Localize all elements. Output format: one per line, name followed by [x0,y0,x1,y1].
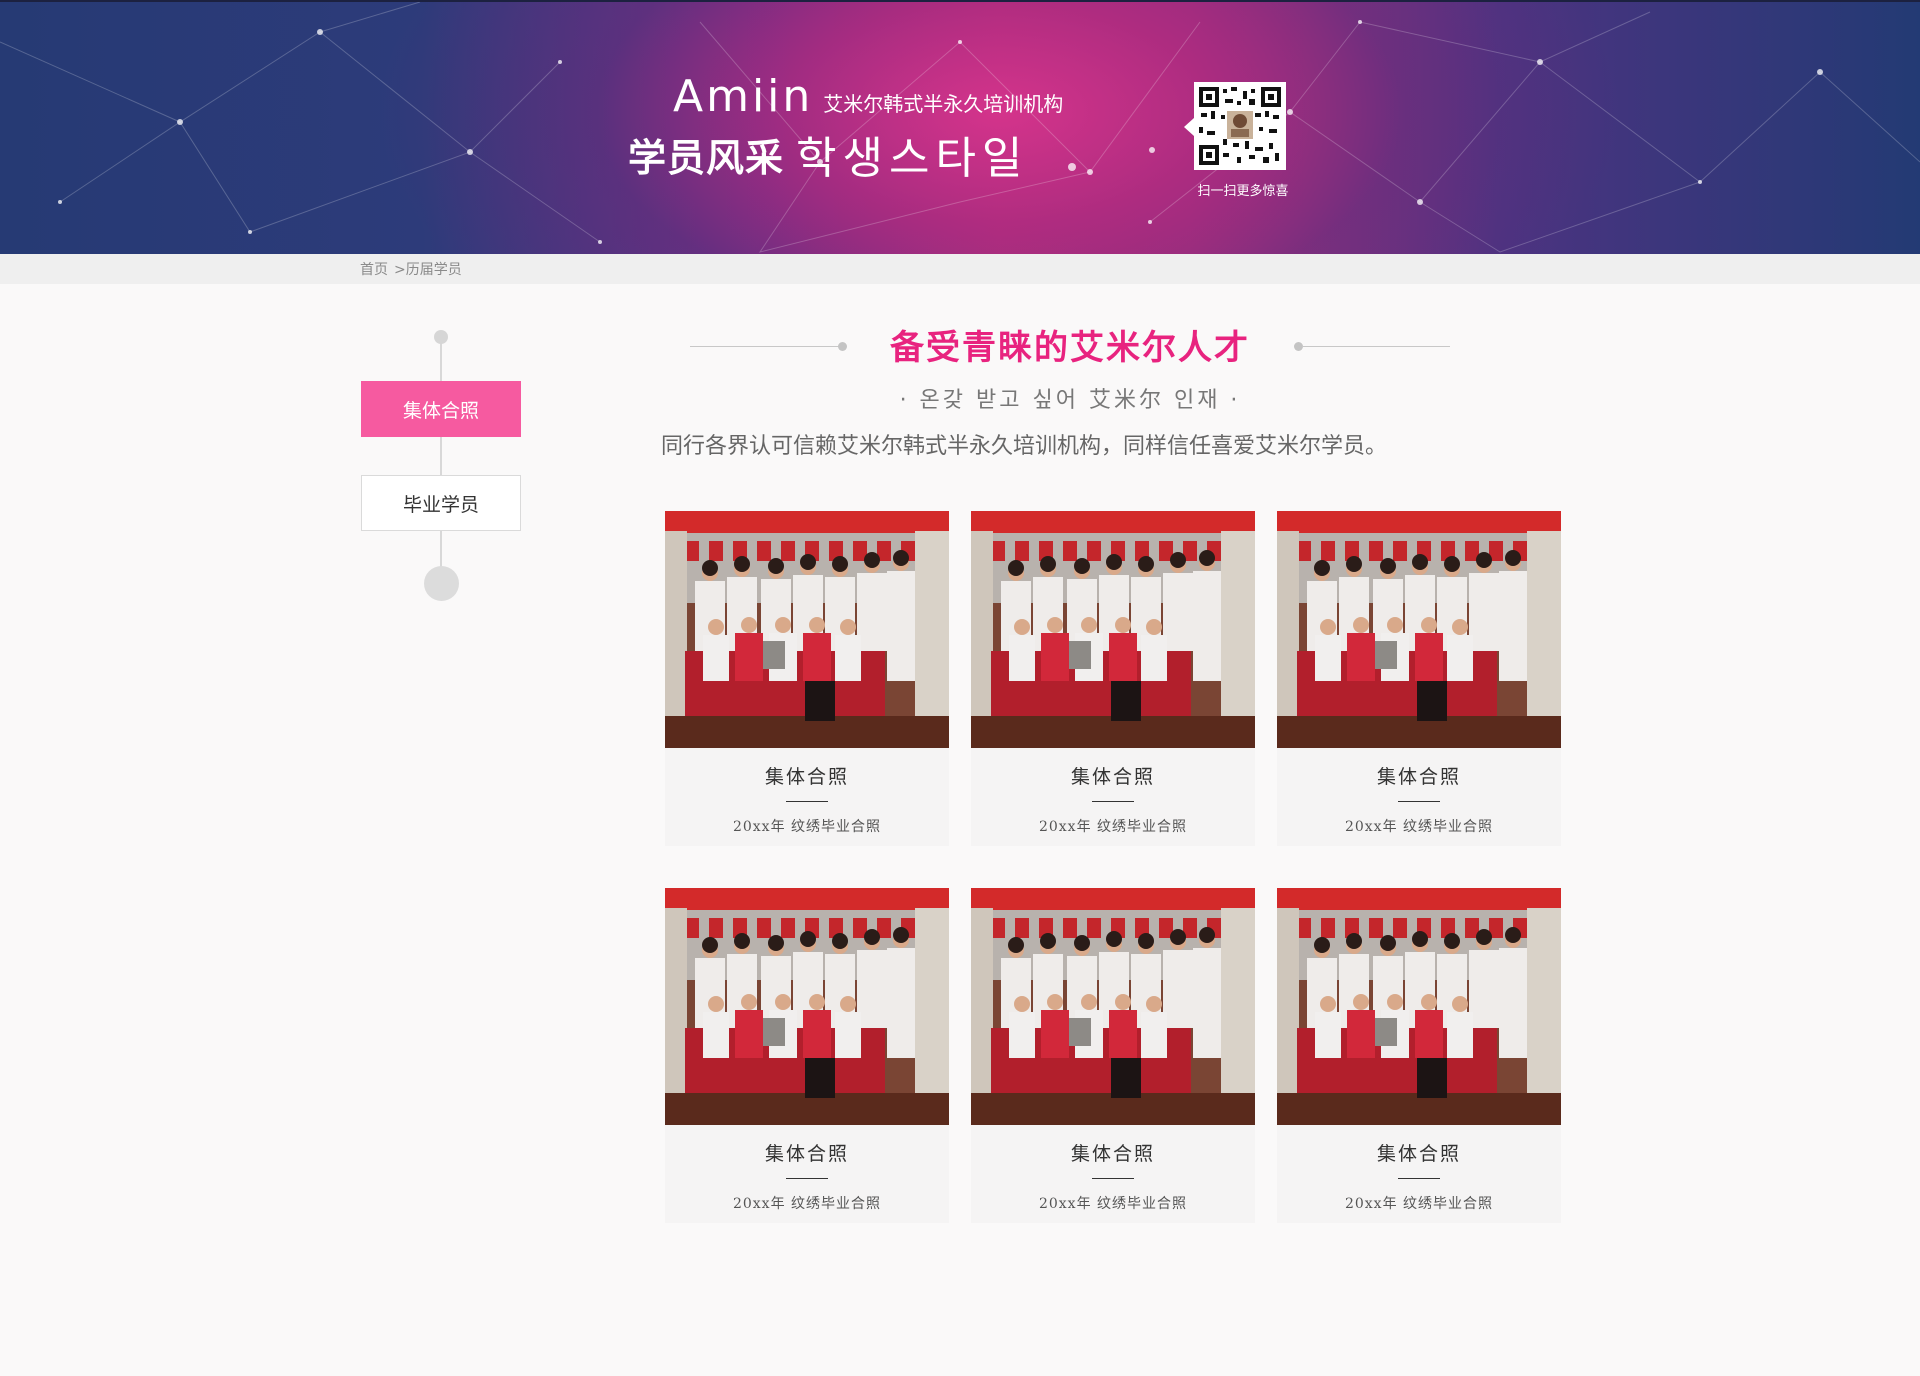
group-photo-image [1277,888,1561,1125]
card-title: 集体合照 [1376,766,1461,788]
photo-slot [665,511,949,748]
card-divider [1092,1178,1134,1179]
photo-slot [971,511,1255,748]
photo-slot [971,888,1255,1125]
side-nav-item-label: 集体合照 [402,399,479,422]
qr-block[interactable]: 扫一扫更多惊喜 [1184,82,1289,199]
photo-card[interactable]: 集体合照 20xx年 纹绣毕业合照 [1277,511,1561,846]
section-heading-block: 备受青睐的艾米尔人才 [690,320,1450,370]
photo-slot [665,888,949,1125]
banner-title: 学员风采 학생스타일 [628,122,1028,186]
group-photo-image [665,511,949,748]
breadcrumb-current: >历届学员 [394,262,462,278]
side-nav-item-label: 毕业学员 [402,493,479,516]
card-divider [1398,801,1440,802]
card-title: 集体合照 [1376,1143,1461,1165]
qr-code-icon[interactable] [1194,82,1286,170]
card-title: 集体合照 [764,1143,849,1165]
group-photo-image [1277,511,1561,748]
banner-title-kr: 학생스타일 [796,133,1029,184]
card-description: 20xx年 纹绣毕业合照 [1038,819,1188,835]
card-divider [786,1178,828,1179]
card-title: 集体合照 [1070,1143,1155,1165]
card-title: 集体合照 [1070,766,1155,788]
card-description: 20xx年 纹绣毕业合照 [732,819,882,835]
card-description: 20xx年 纹绣毕业合照 [1344,819,1494,835]
group-photo-image [665,888,949,1125]
qr-pointer [1184,118,1194,136]
breadcrumb-bar: 首页 >历届学员 [0,254,1920,284]
card-description: 20xx年 纹绣毕业合照 [732,1196,882,1212]
photo-card[interactable]: 集体合照 20xx年 纹绣毕业合照 [1277,888,1561,1223]
header-banner: Amiin 艾米尔韩式半永久培训机构 学员风采 학생스타일 扫一扫更多惊喜 [0,0,1920,254]
brand-row: Amiin 艾米尔韩式半永久培训机构 [673,74,1063,120]
card-divider [1398,1178,1440,1179]
brand-name: Amiin [673,71,814,122]
group-photo-image [971,511,1255,748]
section-intro: 同行各界认可信赖艾米尔韩式半永久培训机构，同样信任喜爱艾米尔学员。 [661,434,1388,459]
side-nav-item-group-photo[interactable]: 集体合照 [361,381,521,437]
banner-title-cn: 学员风采 [628,135,785,180]
photo-grid: 集体合照 20xx年 纹绣毕业合照 集体合照 20xx年 纹绣毕业合照 集体合照… [665,511,1561,1223]
section-subheading: · 온갖 받고 싶어 艾米尔 인재 · [899,388,1241,413]
photo-card[interactable]: 集体合照 20xx年 纹绣毕业合照 [971,888,1255,1223]
card-divider [1092,801,1134,802]
card-description: 20xx年 纹绣毕业合照 [1344,1196,1494,1212]
side-nav-item-graduates[interactable]: 毕业学员 [361,475,521,531]
card-description: 20xx年 纹绣毕业合照 [1038,1196,1188,1212]
photo-slot [1277,511,1561,748]
breadcrumb-home[interactable]: 首页 [360,259,388,279]
breadcrumb: 首页 >历届学员 [360,259,462,279]
side-nav: 集体合照 毕业学员 [361,330,521,602]
card-divider [786,801,828,802]
group-photo-image [971,888,1255,1125]
photo-card[interactable]: 集体合照 20xx年 纹绣毕业合照 [665,511,949,846]
side-nav-line [440,338,442,578]
photo-slot [1277,888,1561,1125]
card-title: 集体合照 [764,766,849,788]
side-nav-bottom-dot [424,566,459,601]
photo-card[interactable]: 集体合照 20xx年 纹绣毕业合照 [971,511,1255,846]
side-nav-top-dot [434,330,448,344]
section-heading: 备受青睐的艾米尔人才 [890,328,1250,368]
photo-card[interactable]: 集体合照 20xx年 纹绣毕业合照 [665,888,949,1223]
qr-caption: 扫一扫更多惊喜 [1197,184,1289,199]
brand-subtitle: 艾米尔韩式半永久培训机构 [823,92,1064,116]
